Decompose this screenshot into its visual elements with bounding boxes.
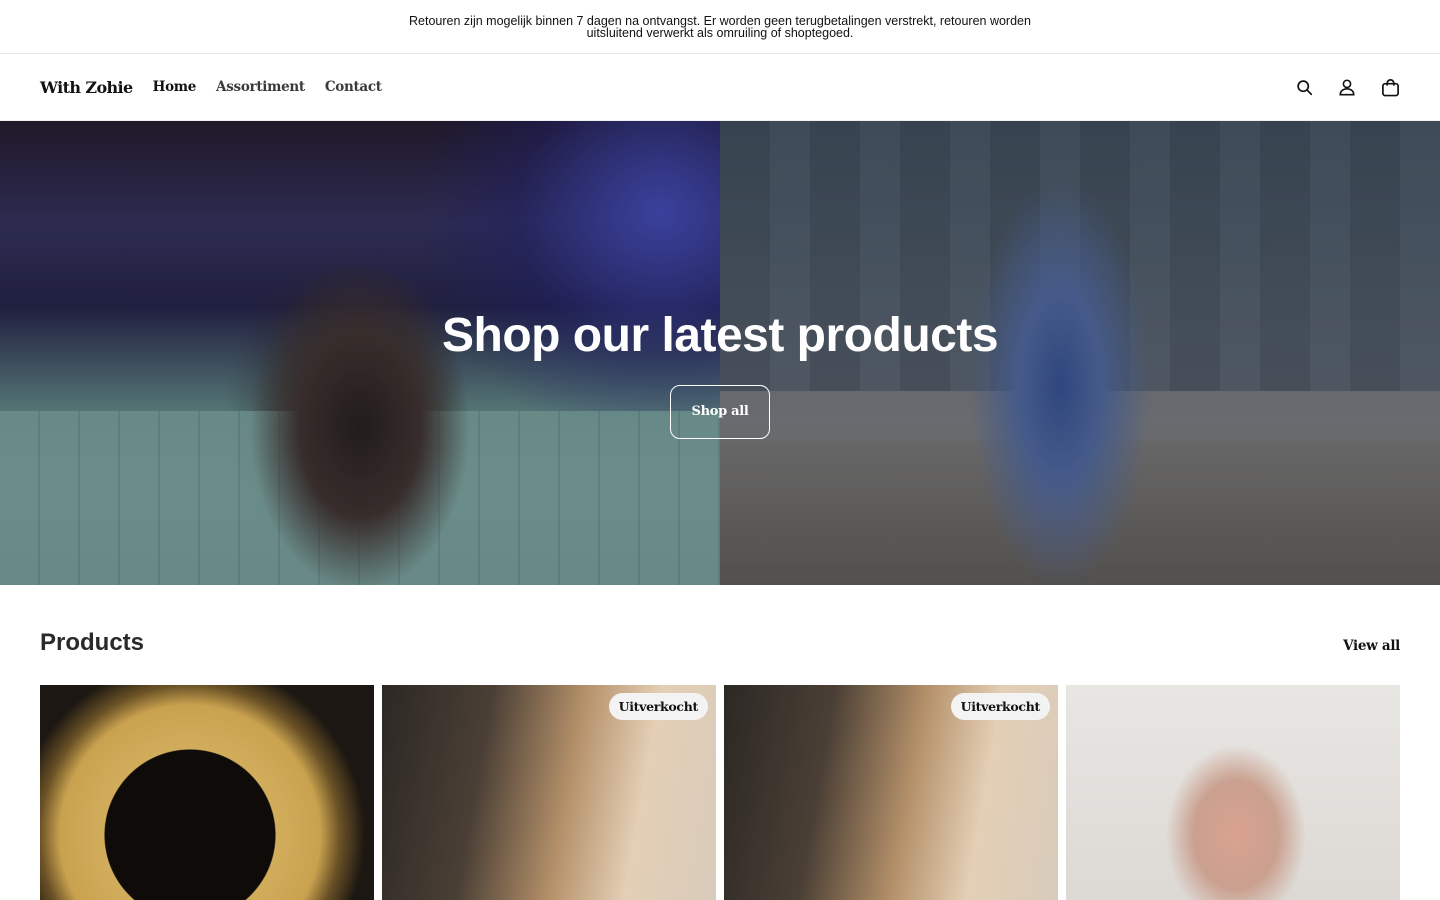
view-all-link[interactable]: View all (1343, 638, 1400, 654)
cart-icon[interactable] (1380, 77, 1400, 97)
product-grid: Uitverkocht Uitverkocht (40, 685, 1400, 900)
announcement-bar: Retouren zijn mogelijk binnen 7 dagen na… (0, 0, 1440, 54)
sold-out-badge: Uitverkocht (950, 693, 1050, 720)
site-header: With Zohie Home Assortiment Contact (0, 54, 1440, 121)
header-icons (1294, 77, 1400, 97)
products-title: Products (40, 629, 145, 656)
search-icon[interactable] (1294, 77, 1314, 97)
products-header: Products View all (40, 629, 1400, 657)
hero-banner: Shop our latest products Shop all (0, 121, 1440, 585)
nav-link-contact[interactable]: Contact (325, 79, 382, 95)
product-card[interactable]: Uitverkocht (724, 685, 1058, 900)
hero-content: Shop our latest products Shop all (0, 121, 1440, 585)
product-card[interactable] (1066, 685, 1400, 900)
product-card[interactable]: Uitverkocht (382, 685, 716, 900)
sold-out-badge: Uitverkocht (608, 693, 708, 720)
shop-all-button[interactable]: Shop all (670, 384, 770, 439)
product-card[interactable] (40, 685, 374, 900)
announcement-text: Retouren zijn mogelijk binnen 7 dagen na… (409, 13, 1031, 40)
store-logo[interactable]: With Zohie (40, 78, 133, 97)
products-section: Products View all Uitverkocht Uitverkoch… (0, 585, 1440, 900)
hero-title: Shop our latest products (441, 308, 999, 362)
account-icon[interactable] (1337, 77, 1357, 97)
nav-link-home[interactable]: Home (153, 79, 197, 95)
nav-link-assortiment[interactable]: Assortiment (216, 79, 305, 95)
main-nav: Home Assortiment Contact (153, 79, 382, 95)
